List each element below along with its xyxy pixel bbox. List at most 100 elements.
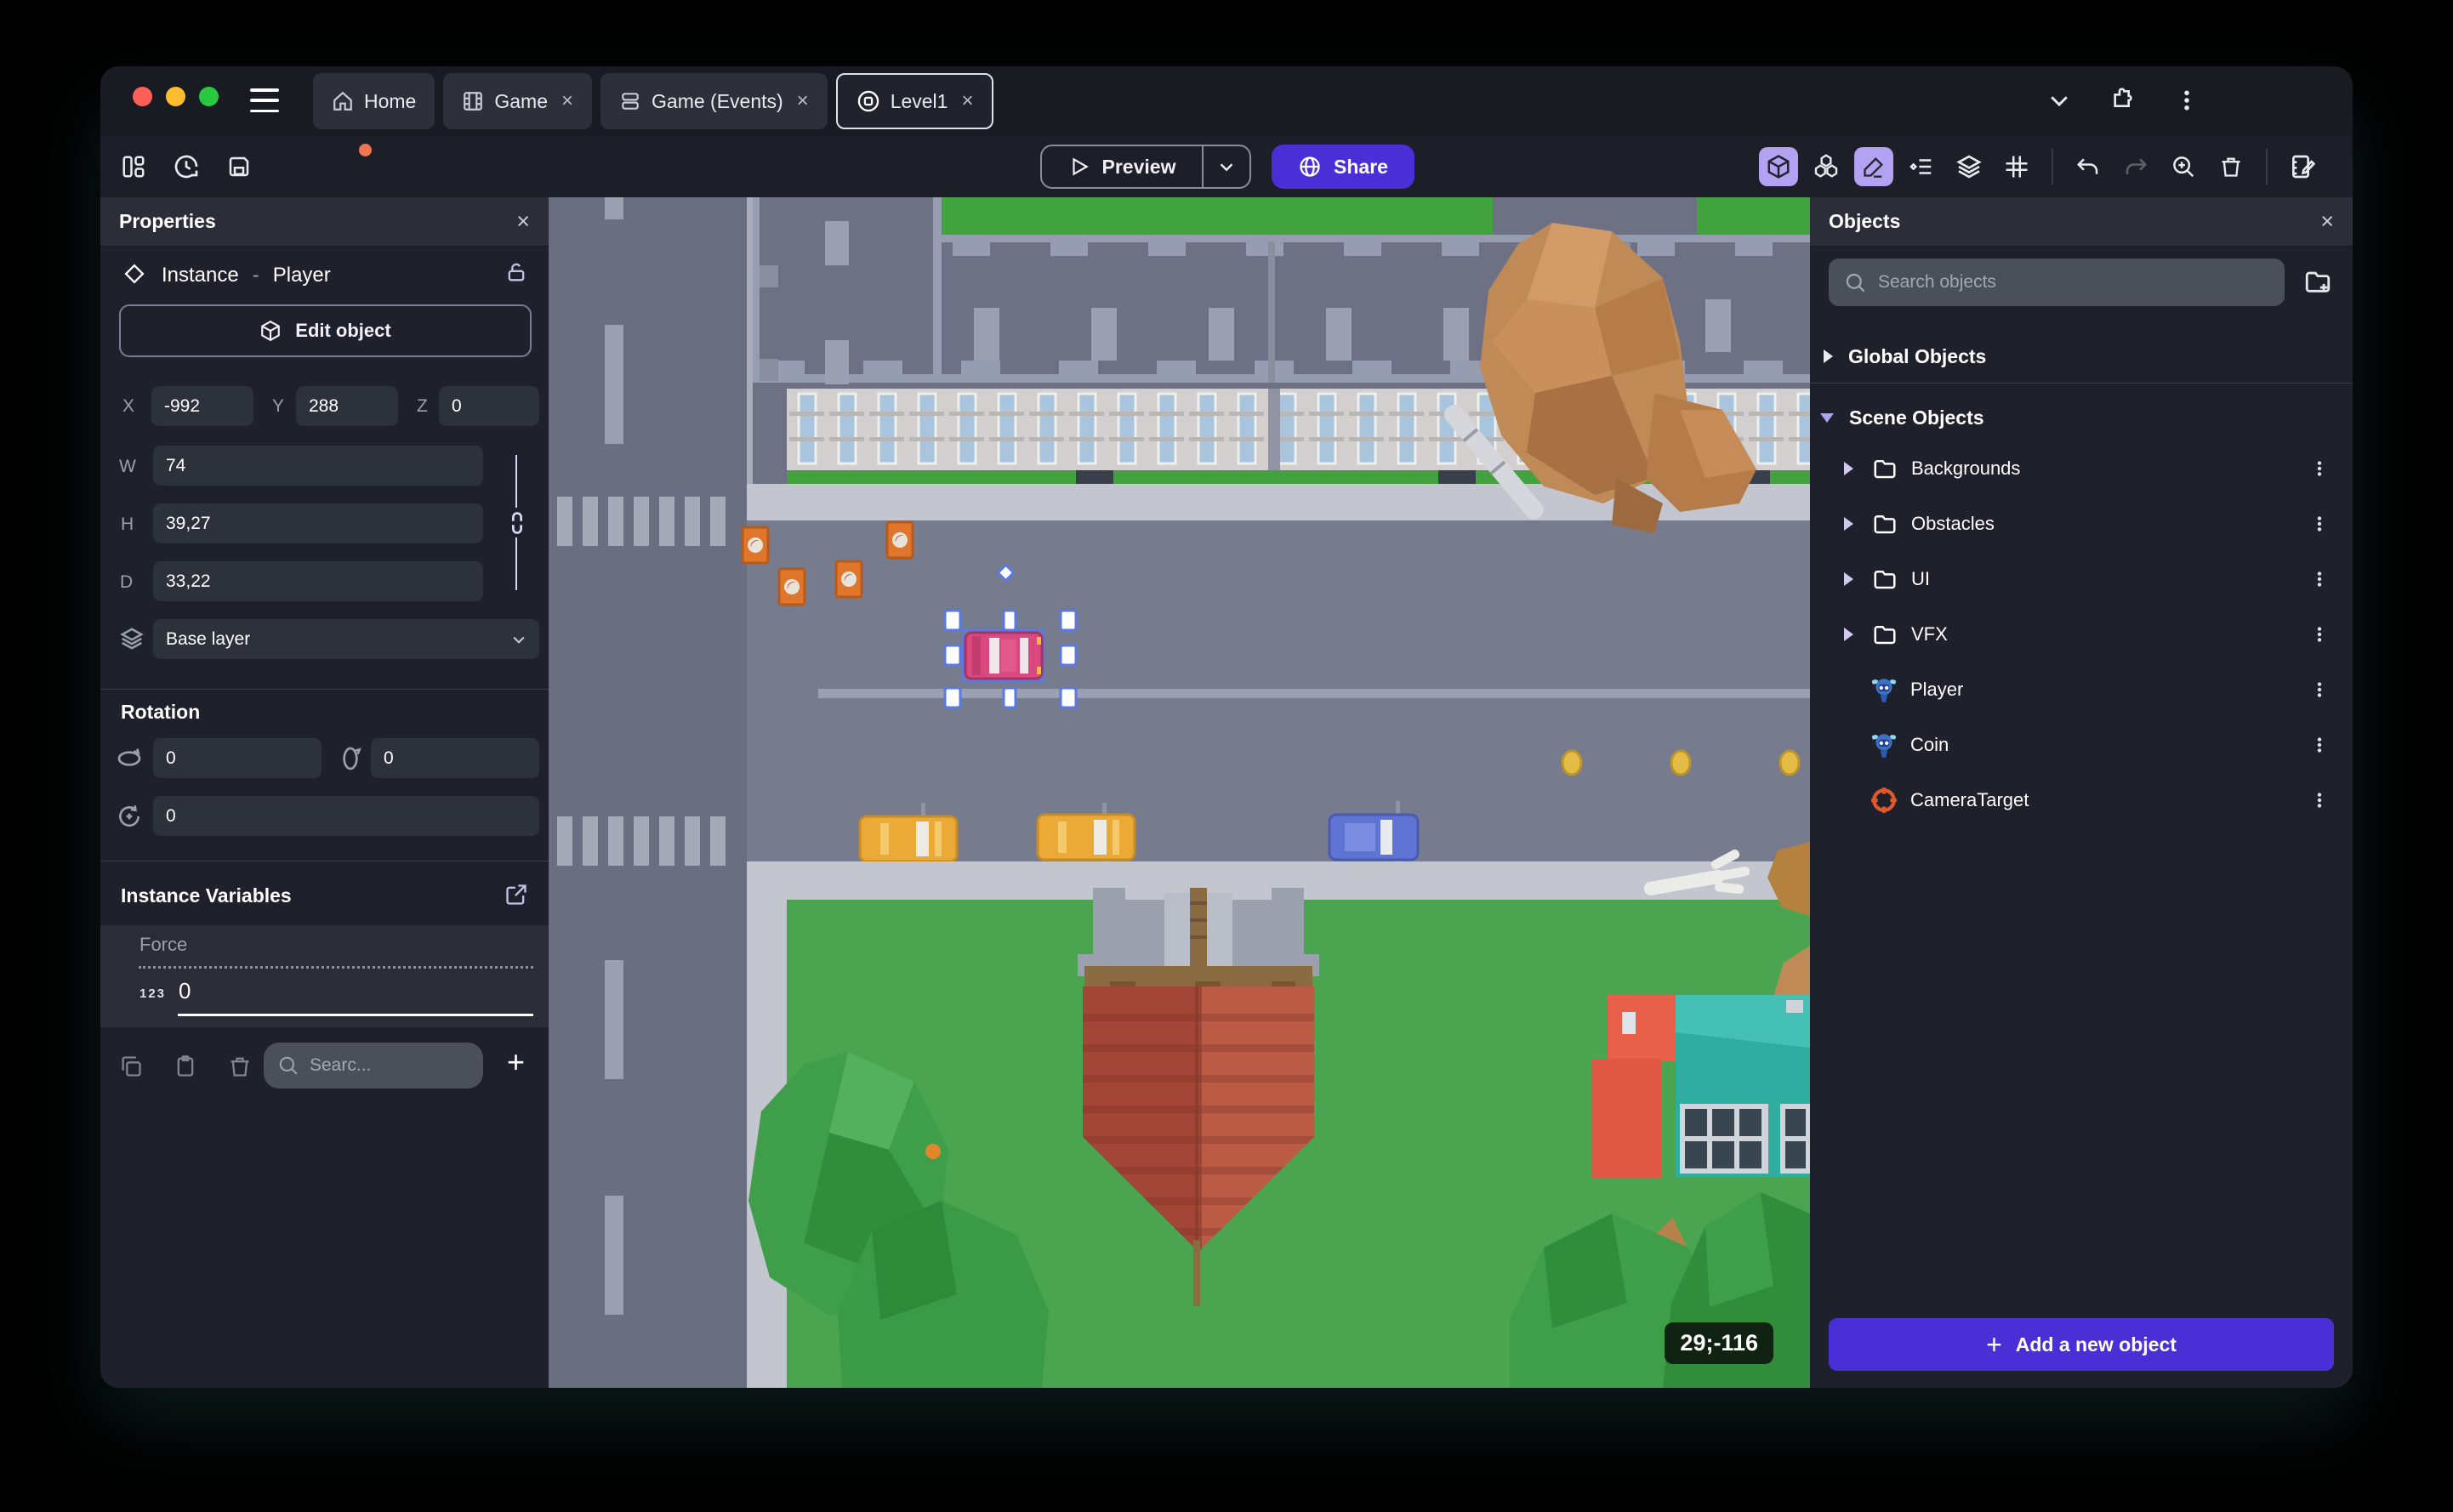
object-row-player[interactable]: Player <box>1810 665 2353 714</box>
zoom-window-button[interactable] <box>199 87 219 106</box>
objects-panel-header: Objects × <box>1810 197 2353 247</box>
folder-row-ui[interactable]: UI <box>1810 554 2353 604</box>
history-icon[interactable] <box>167 147 206 186</box>
tab-home[interactable]: Home <box>313 73 435 129</box>
layer-select[interactable]: Base layer <box>153 619 539 659</box>
share-button[interactable]: Share <box>1272 145 1414 189</box>
cursor-coordinates-badge: 29;-116 <box>1665 1322 1773 1364</box>
layers-icon[interactable] <box>1949 147 1989 186</box>
paste-icon[interactable] <box>174 1054 197 1078</box>
close-tab-icon[interactable]: × <box>797 89 809 113</box>
tab-game-events[interactable]: Game (Events) × <box>600 73 828 129</box>
kebab-menu-icon[interactable] <box>2310 514 2329 533</box>
y-input[interactable]: 288 <box>296 386 398 426</box>
save-icon[interactable] <box>219 144 372 186</box>
tab-game[interactable]: Game × <box>443 73 593 129</box>
folder-row-backgrounds[interactable]: Backgrounds <box>1810 444 2353 493</box>
undo-icon[interactable] <box>2069 147 2108 186</box>
variable-value[interactable]: 0 <box>179 978 191 1004</box>
d-input[interactable]: 33,22 <box>153 561 483 601</box>
x-input[interactable]: -992 <box>151 386 253 426</box>
object-label: Coin <box>1910 734 1949 755</box>
share-label: Share <box>1334 155 1388 178</box>
taxi-car[interactable] <box>1036 813 1136 861</box>
instance-diamond-icon <box>124 264 145 284</box>
variable-name[interactable]: Force <box>139 934 187 956</box>
folder-label: Backgrounds <box>1911 458 2021 479</box>
objects-search-input[interactable] <box>1829 259 2285 306</box>
kebab-menu-icon[interactable] <box>2310 625 2329 644</box>
global-objects-group[interactable]: Global Objects <box>1810 332 2353 381</box>
objects-panel: Objects × Global Objects Scene Objects <box>1810 197 2353 1388</box>
taxi-car[interactable] <box>858 815 959 863</box>
unsaved-changes-badge <box>359 144 372 156</box>
layer-value: Base layer <box>166 628 251 649</box>
z-input[interactable]: 0 <box>439 386 539 426</box>
add-variable-button[interactable]: + <box>507 1044 525 1080</box>
home-icon <box>333 91 352 111</box>
preview-button[interactable]: Preview <box>1040 145 1251 189</box>
chevron-down-icon[interactable] <box>2046 88 2072 113</box>
panel-layout-icon[interactable] <box>114 147 153 186</box>
selected-player-instance[interactable] <box>961 628 1045 683</box>
add-folder-icon[interactable] <box>2303 267 2332 296</box>
variables-editor: Force 123 0 <box>100 925 549 1027</box>
folder-label: VFX <box>1911 623 1948 645</box>
layers-icon <box>120 628 144 650</box>
toggle-3d-view-icon[interactable] <box>1759 147 1798 186</box>
close-window-button[interactable] <box>133 87 152 106</box>
tab-label: Game <box>494 89 548 112</box>
rotation-z-input[interactable]: 0 <box>153 796 539 836</box>
rotation-x-input[interactable]: 0 <box>153 738 322 778</box>
cube-3d-icon <box>261 320 281 342</box>
external-link-icon[interactable] <box>504 883 528 907</box>
chain-link-icon[interactable] <box>505 510 529 536</box>
instances-list-icon[interactable] <box>1902 147 1941 186</box>
grid-icon[interactable] <box>1997 147 2036 186</box>
object-row-coin[interactable]: Coin <box>1810 720 2353 770</box>
chevron-down-icon <box>513 636 525 644</box>
close-tab-icon[interactable]: × <box>561 89 573 113</box>
tab-level1[interactable]: Level1 × <box>835 73 994 129</box>
rotate-z-icon <box>119 805 140 827</box>
objects-stack-icon[interactable] <box>1807 147 1846 186</box>
toolbar-separator <box>2052 149 2053 185</box>
kebab-menu-icon[interactable] <box>2310 736 2329 754</box>
rotation-y-input[interactable]: 0 <box>371 738 539 778</box>
add-new-object-button[interactable]: + Add a new object <box>1829 1318 2334 1371</box>
close-tab-icon[interactable]: × <box>961 89 973 113</box>
w-input[interactable]: 74 <box>153 446 483 486</box>
object-label: Player <box>1910 679 1964 700</box>
kebab-menu-icon[interactable] <box>2310 459 2329 478</box>
variable-type-number-icon: 123 <box>139 986 167 1001</box>
scene-notes-edit-icon[interactable] <box>2283 147 2322 186</box>
object-row-cameratarget[interactable]: CameraTarget <box>1810 776 2353 825</box>
close-properties-icon[interactable]: × <box>516 208 530 235</box>
trash-icon[interactable] <box>228 1054 252 1078</box>
zoom-in-icon[interactable] <box>2164 147 2203 186</box>
folder-row-vfx[interactable]: VFX <box>1810 610 2353 659</box>
blue-car[interactable] <box>1328 813 1420 861</box>
h-input[interactable]: 39,27 <box>153 503 483 543</box>
hamburger-menu-icon[interactable] <box>250 88 279 112</box>
edit-mode-pencil-icon[interactable] <box>1854 147 1893 186</box>
variable-name-underline <box>139 966 533 969</box>
extensions-icon[interactable] <box>2109 87 2137 114</box>
film-icon <box>464 92 483 111</box>
folder-row-obstacles[interactable]: Obstacles <box>1810 499 2353 549</box>
scene-canvas[interactable]: 29;-116 <box>549 197 1810 1388</box>
trash-icon[interactable] <box>2211 147 2251 186</box>
kebab-menu-icon[interactable] <box>2174 88 2200 113</box>
copy-icon[interactable] <box>119 1054 143 1078</box>
d-label: D <box>120 572 134 592</box>
edit-object-button[interactable]: Edit object <box>119 304 532 357</box>
scene-objects-group[interactable]: Scene Objects <box>1810 393 2353 442</box>
redo-icon[interactable] <box>2116 147 2155 186</box>
kebab-menu-icon[interactable] <box>2310 680 2329 699</box>
kebab-menu-icon[interactable] <box>2310 570 2329 588</box>
unlock-icon[interactable] <box>504 260 528 284</box>
minimize-window-button[interactable] <box>166 87 185 106</box>
kebab-menu-icon[interactable] <box>2310 791 2329 810</box>
close-objects-icon[interactable]: × <box>2320 208 2334 235</box>
preview-dropdown-button[interactable] <box>1202 146 1249 187</box>
